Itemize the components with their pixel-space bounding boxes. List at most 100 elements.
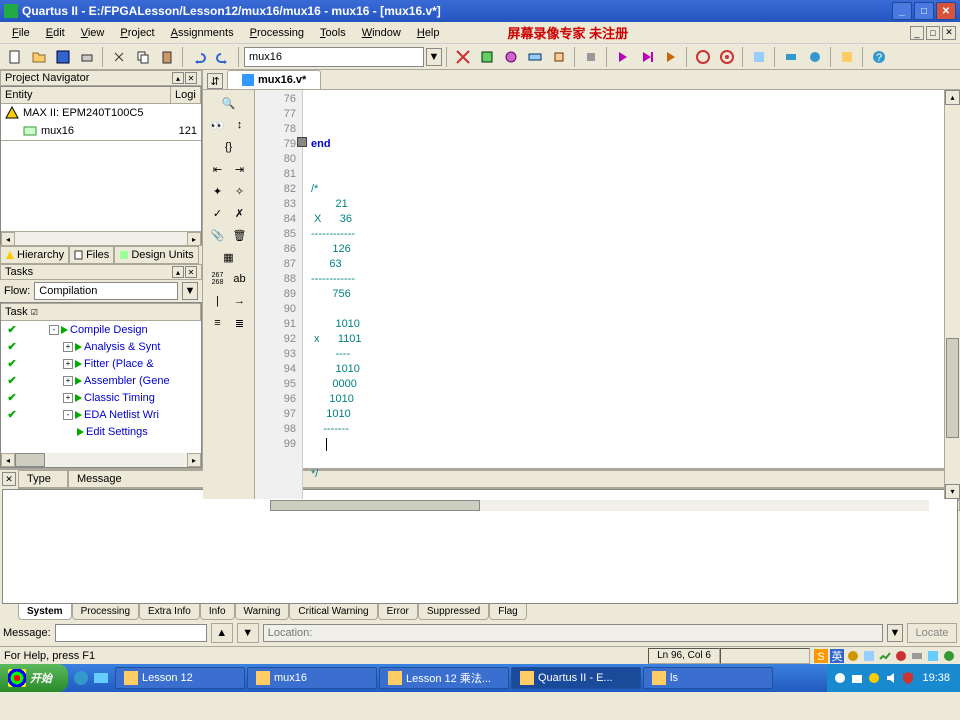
tasks-close-button[interactable]: ✕ — [185, 266, 197, 278]
msg-next-button[interactable]: ▼ — [237, 623, 259, 643]
flow-combo-arrow[interactable]: ▼ — [182, 282, 198, 300]
task-row[interactable]: ✔+Classic Timing — [1, 389, 201, 406]
tasks-hscroll-right[interactable]: ▸ — [187, 453, 201, 467]
panel-dock-button[interactable]: ▴ — [172, 72, 184, 84]
ab-icon[interactable]: ab — [230, 270, 250, 288]
task-row[interactable]: Edit Settings — [1, 423, 201, 440]
systray-shield-icon[interactable] — [901, 671, 915, 685]
task-row[interactable]: ✔-EDA Netlist Wri — [1, 406, 201, 423]
tab-files[interactable]: Files — [69, 246, 114, 264]
simulate-button[interactable] — [660, 46, 682, 68]
project-combo-arrow[interactable]: ▼ — [426, 48, 442, 66]
brace-icon[interactable]: {} — [219, 138, 239, 156]
mdi-close-button[interactable]: ✕ — [942, 26, 956, 40]
menu-file[interactable]: File — [4, 25, 38, 41]
find-icon[interactable]: 🔍 — [219, 94, 239, 112]
mdi-minimize-button[interactable]: _ — [910, 26, 924, 40]
menu-tools[interactable]: Tools — [312, 25, 354, 41]
template-icon[interactable]: ✦ — [208, 182, 228, 200]
paste-button[interactable] — [156, 46, 178, 68]
rtl-button[interactable] — [748, 46, 770, 68]
tab-warning[interactable]: Warning — [235, 604, 290, 620]
menu-view[interactable]: View — [73, 25, 113, 41]
programmer-button[interactable] — [780, 46, 802, 68]
vscroll-down-button[interactable]: ▾ — [945, 484, 960, 499]
tasks-hscroll-left[interactable]: ◂ — [1, 453, 15, 467]
list-icon[interactable]: ≡ — [208, 314, 228, 332]
save-button[interactable] — [52, 46, 74, 68]
taskbar-task[interactable]: ls — [643, 667, 773, 689]
systray-volume-icon[interactable] — [884, 671, 898, 685]
tasks-hscroll-track[interactable] — [15, 453, 187, 467]
tray-icon-3[interactable] — [846, 649, 860, 663]
tab-error[interactable]: Error — [378, 604, 418, 620]
tab-flag[interactable]: Flag — [489, 604, 526, 620]
undo-button[interactable] — [188, 46, 210, 68]
timing-analyzer-button[interactable] — [692, 46, 714, 68]
project-combo[interactable]: mux16 — [244, 47, 424, 67]
tray-icon-5[interactable] — [878, 649, 892, 663]
tray-icon-8[interactable] — [926, 649, 940, 663]
gate-button[interactable] — [716, 46, 738, 68]
ql-desktop-icon[interactable] — [92, 669, 110, 687]
taskbar-task[interactable]: Lesson 12 乘法... — [379, 667, 509, 689]
taskbar-task[interactable]: mux16 — [247, 667, 377, 689]
assignment-button[interactable] — [476, 46, 498, 68]
taskbar-task[interactable]: Lesson 12 — [115, 667, 245, 689]
pin-button[interactable] — [500, 46, 522, 68]
locate-button[interactable]: Locate — [907, 623, 957, 643]
tab-hierarchy[interactable]: Hierarchy — [0, 246, 69, 264]
location-combo-arrow[interactable]: ▼ — [887, 624, 903, 642]
flow-combo[interactable]: Compilation — [34, 282, 178, 300]
chip-button[interactable] — [548, 46, 570, 68]
macro-icon[interactable]: ▦ — [219, 248, 239, 266]
cut-button[interactable] — [108, 46, 130, 68]
help-button[interactable]: ? — [868, 46, 890, 68]
settings-button[interactable] — [452, 46, 474, 68]
delete-icon[interactable]: 🗑 — [230, 226, 250, 244]
editor-tab[interactable]: mux16.v* — [227, 70, 321, 89]
tab-system[interactable]: System — [18, 604, 72, 620]
signaltap-button[interactable] — [804, 46, 826, 68]
ql-ie-icon[interactable] — [72, 669, 90, 687]
tab-suppressed[interactable]: Suppressed — [418, 604, 489, 620]
editor-hscroll-thumb[interactable] — [270, 500, 480, 511]
task-row[interactable]: ✔-Compile Design — [1, 321, 201, 338]
tab-processing[interactable]: Processing — [72, 604, 139, 620]
panel-close-button[interactable]: ✕ — [185, 72, 197, 84]
bookmark-icon[interactable]: 👀 — [208, 116, 228, 134]
code-editor[interactable]: - end/* 21 X 36------------ 126 63------… — [303, 90, 944, 499]
start-button[interactable]: 开始 — [0, 664, 68, 692]
tab-critical-warning[interactable]: Critical Warning — [289, 604, 377, 620]
syntax-icon[interactable]: ✓ — [208, 204, 228, 222]
tab-nav-button[interactable]: ⇵ — [207, 73, 223, 89]
attach-icon[interactable]: 📎 — [208, 226, 228, 244]
hscroll-track[interactable] — [15, 232, 187, 245]
systray-icon-2[interactable] — [850, 671, 864, 685]
location-input[interactable] — [263, 624, 883, 642]
analyze-button[interactable] — [636, 46, 658, 68]
systray-icon-1[interactable] — [833, 671, 847, 685]
new-file-button[interactable] — [4, 46, 26, 68]
col-logic[interactable]: Logi — [171, 87, 201, 103]
systray-icon-3[interactable] — [867, 671, 881, 685]
syntax2-icon[interactable]: ✗ — [230, 204, 250, 222]
tray-icon-1[interactable]: S — [814, 649, 828, 663]
tasks-dock-button[interactable]: ▴ — [172, 266, 184, 278]
menu-processing[interactable]: Processing — [242, 25, 312, 41]
tray-icon-7[interactable] — [910, 649, 924, 663]
template2-icon[interactable]: ✧ — [230, 182, 250, 200]
stop-button[interactable] — [580, 46, 602, 68]
hscroll-right-button[interactable]: ▸ — [187, 232, 201, 246]
message-input[interactable] — [55, 624, 207, 642]
tray-icon-lang[interactable]: 英 — [830, 649, 844, 663]
col-task[interactable]: Task ☑ — [1, 304, 201, 320]
msg-prev-button[interactable]: ▲ — [211, 623, 233, 643]
tray-icon-6[interactable] — [894, 649, 908, 663]
linenum-icon[interactable]: 267268 — [208, 270, 228, 288]
fold-marker-icon[interactable]: - — [297, 137, 307, 147]
col-entity[interactable]: Entity — [1, 87, 171, 103]
editor-vscroll[interactable]: ▴ ▾ — [944, 90, 960, 499]
tab-extra-info[interactable]: Extra Info — [139, 604, 200, 620]
list2-icon[interactable]: ≣ — [230, 314, 250, 332]
